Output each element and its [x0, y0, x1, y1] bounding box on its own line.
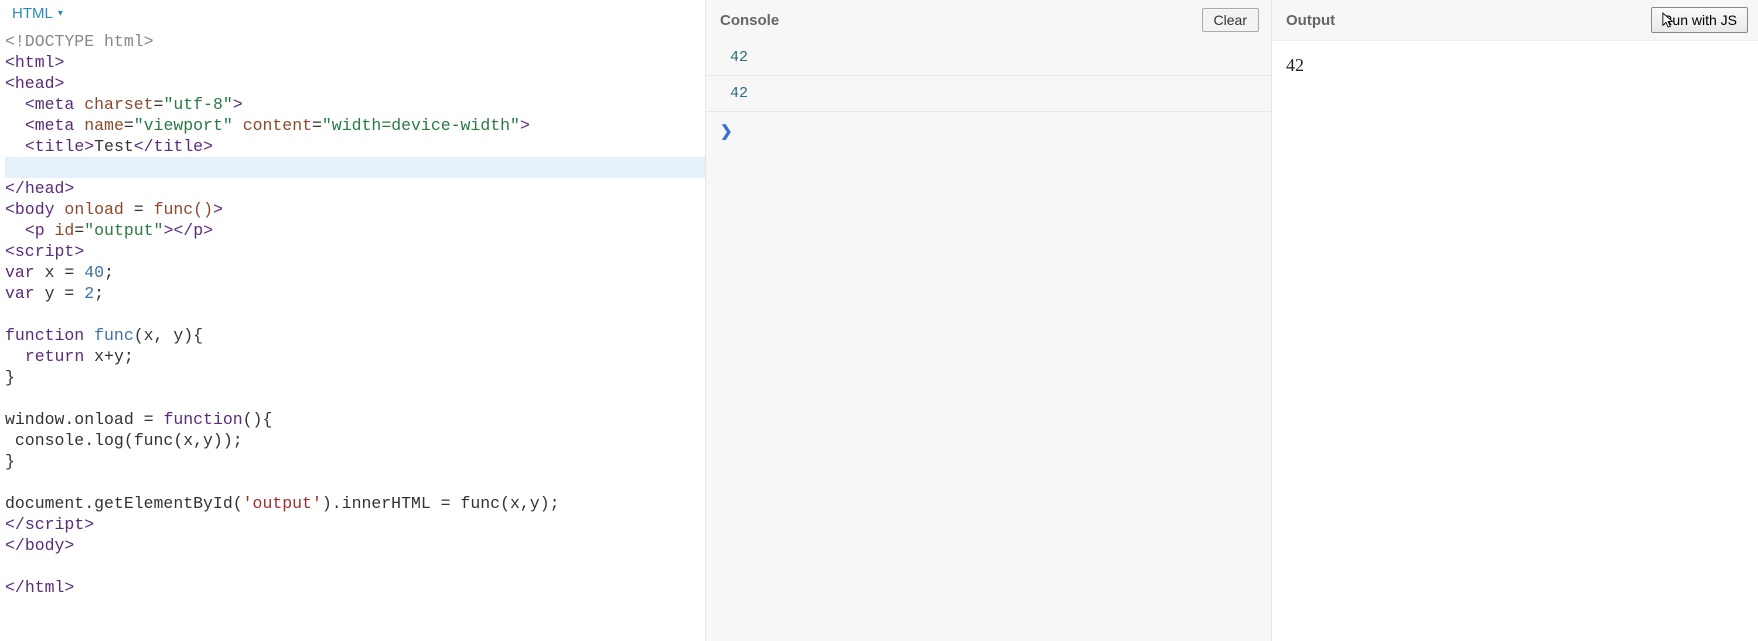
- code-line[interactable]: }: [5, 367, 705, 388]
- run-button-label: Run with JS: [1662, 12, 1737, 28]
- console-prompt[interactable]: ❯: [706, 112, 1271, 150]
- code-line[interactable]: [5, 388, 705, 409]
- code-line[interactable]: </script>: [5, 514, 705, 535]
- code-line[interactable]: window.onload = function(){: [5, 409, 705, 430]
- output-body: 42: [1272, 40, 1758, 641]
- run-button[interactable]: Run with JS: [1651, 7, 1748, 33]
- chevron-down-icon: ▾: [58, 8, 63, 19]
- code-line[interactable]: var y = 2;: [5, 283, 705, 304]
- code-line[interactable]: [5, 556, 705, 577]
- code-line[interactable]: [5, 472, 705, 493]
- console-output: 4242❯: [706, 40, 1271, 641]
- output-title: Output: [1286, 12, 1335, 29]
- code-editor[interactable]: <!DOCTYPE html><html><head> <meta charse…: [0, 31, 705, 641]
- code-line[interactable]: var x = 40;: [5, 262, 705, 283]
- code-line[interactable]: </head>: [5, 178, 705, 199]
- code-line[interactable]: return x+y;: [5, 346, 705, 367]
- code-line[interactable]: <!DOCTYPE html>: [5, 31, 705, 52]
- code-line[interactable]: console.log(func(x,y));: [5, 430, 705, 451]
- console-title: Console: [720, 12, 779, 29]
- console-panel: Console Clear 4242❯: [706, 0, 1272, 641]
- output-panel: Output Run with JS 42: [1272, 0, 1758, 641]
- code-line[interactable]: }: [5, 451, 705, 472]
- code-line[interactable]: <head>: [5, 73, 705, 94]
- language-selector[interactable]: HTML ▾: [12, 5, 63, 22]
- code-line[interactable]: <script>: [5, 241, 705, 262]
- console-log-row: 42: [706, 76, 1271, 112]
- code-line[interactable]: </html>: [5, 577, 705, 598]
- code-line[interactable]: <body onload = func()>: [5, 199, 705, 220]
- language-label: HTML: [12, 5, 53, 22]
- code-line[interactable]: <p id="output"></p>: [5, 220, 705, 241]
- code-line[interactable]: <meta name="viewport" content="width=dev…: [5, 115, 705, 136]
- code-line[interactable]: [5, 157, 705, 178]
- code-line[interactable]: <meta charset="utf-8">: [5, 94, 705, 115]
- code-line[interactable]: [5, 304, 705, 325]
- clear-button[interactable]: Clear: [1202, 8, 1259, 32]
- code-line[interactable]: document.getElementById('output').innerH…: [5, 493, 705, 514]
- console-log-row: 42: [706, 40, 1271, 76]
- code-line[interactable]: function func(x, y){: [5, 325, 705, 346]
- code-line[interactable]: <html>: [5, 52, 705, 73]
- editor-panel: HTML ▾ <!DOCTYPE html><html><head> <meta…: [0, 0, 706, 641]
- code-line[interactable]: <title>Test</title>: [5, 136, 705, 157]
- code-line[interactable]: </body>: [5, 535, 705, 556]
